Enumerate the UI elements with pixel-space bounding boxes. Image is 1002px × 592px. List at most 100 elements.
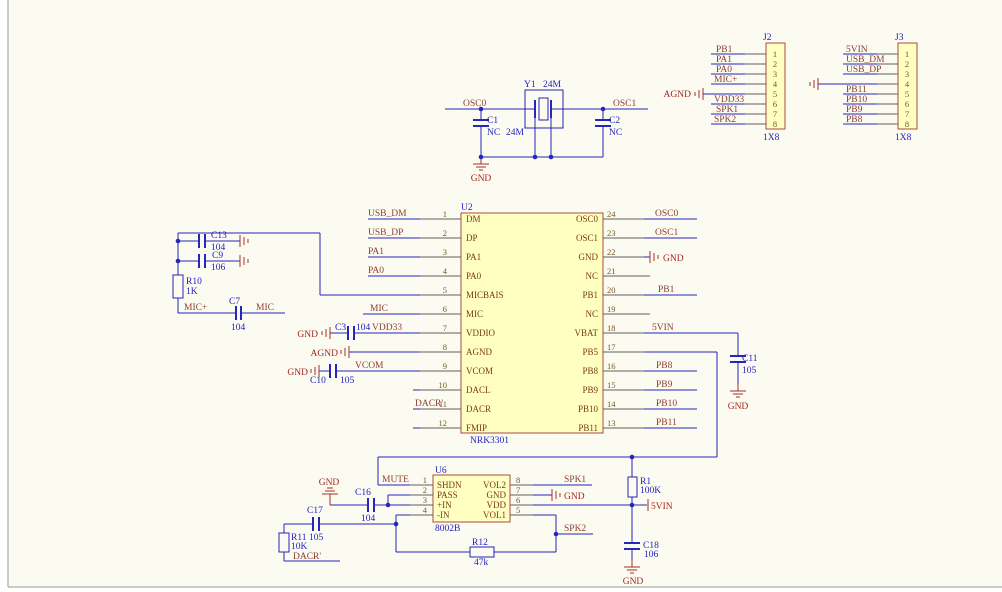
svg-text:7: 7: [516, 485, 520, 495]
svg-text:PB5: PB5: [582, 347, 598, 357]
j2-net-pb1: PB1: [716, 45, 733, 55]
u2-part: NRK3301: [470, 436, 509, 446]
svg-text:MIC: MIC: [466, 309, 483, 319]
svg-text:8: 8: [773, 119, 777, 129]
c3-ref: C3: [335, 323, 346, 333]
svg-text:3: 3: [423, 495, 427, 505]
c10-value: 105: [340, 376, 355, 386]
svg-text:9: 9: [443, 361, 447, 371]
svg-text:3: 3: [905, 69, 909, 79]
svg-text:DACL: DACL: [466, 385, 491, 395]
net-pb10: PB10: [656, 399, 677, 409]
svg-text:6: 6: [773, 99, 777, 109]
svg-text:2: 2: [905, 59, 909, 69]
svg-text:1: 1: [905, 49, 909, 59]
svg-text:1: 1: [443, 209, 447, 219]
c1-ref: C1: [487, 116, 498, 126]
j2-net-spk1: SPK1: [716, 105, 738, 115]
svg-text:2: 2: [773, 59, 777, 69]
svg-text:20: 20: [607, 285, 616, 295]
svg-text:5: 5: [905, 89, 909, 99]
gnd-label-c11: GND: [728, 402, 749, 412]
net-label-osc1: OSC1: [613, 99, 636, 109]
net-pb11: PB11: [656, 418, 677, 428]
svg-text:21: 21: [607, 266, 616, 276]
net-usb-dp: USB_DP: [368, 228, 403, 238]
svg-text:22: 22: [607, 247, 616, 257]
c11-ref: C11: [742, 354, 758, 364]
svg-text:10: 10: [439, 380, 448, 390]
svg-text:5: 5: [773, 89, 777, 99]
j2-ref: J2: [763, 33, 772, 43]
svg-text:7: 7: [443, 323, 447, 333]
j2-net-micplus: MIC+: [714, 75, 737, 85]
svg-text:VDDIO: VDDIO: [466, 328, 495, 338]
svg-text:24: 24: [607, 209, 616, 219]
gnd-label-c3: GND: [297, 330, 318, 340]
svg-text:MICBAIS: MICBAIS: [466, 290, 504, 300]
svg-text:OSC0: OSC0: [576, 214, 599, 224]
svg-text:GND: GND: [487, 490, 507, 500]
svg-text:NC: NC: [585, 271, 598, 281]
svg-text:19: 19: [607, 304, 616, 314]
net-usb-dm: USB_DM: [368, 209, 407, 219]
svg-text:3: 3: [773, 69, 777, 79]
c7-ref: C7: [229, 297, 240, 307]
c11-value: 105: [742, 366, 757, 376]
j2-net-vdd33: VDD33: [714, 95, 744, 105]
svg-text:7: 7: [773, 109, 777, 119]
u2-ref: U2: [461, 203, 473, 213]
svg-text:DACR: DACR: [466, 404, 491, 414]
agnd-label-pin8: AGND: [311, 349, 339, 359]
r1-value: 100K: [640, 486, 661, 496]
svg-text:PA0: PA0: [466, 271, 482, 281]
j2-net-spk2: SPK2: [714, 115, 736, 125]
gnd-label-c10: GND: [287, 368, 308, 378]
r12-ref: R12: [472, 538, 488, 548]
gnd-label-pin22: GND: [663, 254, 684, 264]
c2-value: NC: [609, 128, 622, 138]
net-dacr: DACR': [293, 552, 321, 562]
svg-text:VBAT: VBAT: [574, 328, 598, 338]
gnd-label-c16: GND: [319, 478, 340, 488]
r12-value: 47k: [474, 558, 489, 568]
svg-text:NC: NC: [585, 309, 598, 319]
u6-ref: U6: [435, 466, 447, 476]
net-mic-out: MIC: [256, 303, 274, 313]
crystal-value-text: 24M: [506, 128, 525, 138]
net-pb9: PB9: [656, 380, 673, 390]
svg-text:8: 8: [443, 342, 447, 352]
c9-ref: C9: [212, 251, 223, 261]
svg-text:VOL2: VOL2: [483, 480, 506, 490]
gnd-label-c18: GND: [623, 577, 644, 587]
svg-text:VDD: VDD: [487, 500, 507, 510]
svg-text:1: 1: [773, 49, 777, 59]
j2-type: 1X8: [763, 133, 780, 143]
c16-value: 104: [361, 514, 376, 524]
svg-text:PASS: PASS: [437, 490, 458, 500]
j3-net-5vin: 5VIN: [846, 45, 868, 55]
c2-ref: C2: [609, 116, 620, 126]
svg-text:2: 2: [443, 228, 447, 238]
y1-value: 24M: [543, 80, 562, 90]
svg-text:13: 13: [607, 418, 616, 428]
svg-text:DM: DM: [466, 214, 481, 224]
c17-ref: C17: [307, 506, 323, 516]
c16-ref: C16: [355, 488, 371, 498]
u6-part: 8002B: [435, 524, 460, 534]
svg-text:PB9: PB9: [582, 385, 598, 395]
j3-net-pb10: PB10: [846, 95, 867, 105]
j2-net-pa1: PA1: [716, 55, 732, 65]
net-pa1: PA1: [368, 247, 384, 257]
svg-text:PB1: PB1: [582, 290, 598, 300]
svg-text:15: 15: [607, 380, 616, 390]
svg-text:DP: DP: [466, 233, 478, 243]
net-5vin-amp: 5VIN: [651, 502, 673, 512]
net-pb1-pin20: PB1: [658, 285, 675, 295]
svg-text:FMIP: FMIP: [466, 423, 487, 433]
net-pb8: PB8: [656, 361, 673, 371]
net-osc0-pin24: OSC0: [655, 209, 678, 219]
svg-text:5: 5: [443, 285, 447, 295]
svg-text:14: 14: [607, 399, 616, 409]
net-osc1-pin23: OSC1: [655, 228, 678, 238]
